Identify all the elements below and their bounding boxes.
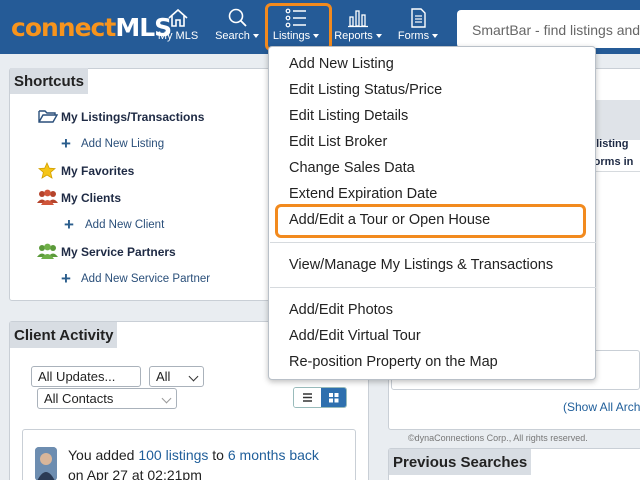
shortcut-add-new-client[interactable]: Add New Client xyxy=(85,219,164,231)
menu-view-manage-listings[interactable]: View/Manage My Listings & Transactions xyxy=(289,257,553,273)
grid-view-icon xyxy=(329,393,339,403)
menu-edit-list-broker[interactable]: Edit List Broker xyxy=(289,134,387,150)
nav-search[interactable]: Search xyxy=(212,0,262,54)
menu-edit-listing-status-price[interactable]: Edit Listing Status/Price xyxy=(289,82,442,98)
menu-add-edit-virtual-tour[interactable]: Add/Edit Virtual Tour xyxy=(289,328,421,344)
shortcut-my-favorites[interactable]: My Favorites xyxy=(61,164,134,178)
menu-change-sales-data[interactable]: Change Sales Data xyxy=(289,160,415,176)
chevron-down-icon xyxy=(252,34,259,38)
menu-edit-listing-details[interactable]: Edit Listing Details xyxy=(289,108,408,124)
menu-add-edit-photos[interactable]: Add/Edit Photos xyxy=(289,302,393,318)
chevron-down-icon xyxy=(375,34,382,38)
copyright-text: ©dynaConnections Corp., All rights reser… xyxy=(408,433,588,443)
previous-searches-title: Previous Searches xyxy=(389,449,532,475)
menu-separator xyxy=(270,287,596,288)
menu-separator xyxy=(270,242,596,243)
activity-count-link[interactable]: 100 listings xyxy=(138,447,208,463)
partners-icon xyxy=(37,243,58,259)
home-icon xyxy=(168,8,188,27)
grid-view-button[interactable] xyxy=(321,388,346,407)
show-all-archived-link[interactable]: (Show All Arch xyxy=(563,400,640,414)
search-icon xyxy=(228,8,247,27)
shortcut-add-new-service-partner[interactable]: Add New Service Partner xyxy=(81,273,210,285)
people-icon xyxy=(37,189,58,205)
shortcut-add-new-listing[interactable]: Add New Listing xyxy=(81,138,164,150)
client-activity-title: Client Activity xyxy=(10,322,118,348)
folder-icon xyxy=(38,110,58,123)
avatar xyxy=(35,447,57,480)
chevron-down-icon xyxy=(161,393,172,404)
document-icon xyxy=(411,8,426,28)
plus-icon: + xyxy=(61,134,71,153)
listings-dropdown-menu: Add New Listing Edit Listing Status/Pric… xyxy=(268,46,596,380)
plus-icon: + xyxy=(61,269,71,288)
activity-text: You added 100 listings to 6 months back … xyxy=(68,447,319,480)
menu-add-new-listing[interactable]: Add New Listing xyxy=(289,56,394,72)
activity-item: You added 100 listings to 6 months back … xyxy=(22,429,356,480)
connectmls-logo[interactable]: connectMLS xyxy=(11,13,172,42)
chevron-down-icon xyxy=(188,371,199,382)
chevron-down-icon xyxy=(432,34,439,38)
star-icon xyxy=(38,162,56,179)
plus-icon: + xyxy=(64,215,74,234)
activity-target-link[interactable]: 6 months back xyxy=(228,447,319,463)
contacts-filter-select[interactable]: All Contacts xyxy=(37,388,177,409)
smartbar-input[interactable]: SmartBar - find listings and xyxy=(457,10,640,48)
listings-highlight-box xyxy=(265,3,332,51)
right-text-forms: forms in xyxy=(590,156,634,168)
view-toggle xyxy=(293,387,347,408)
nav-my-mls[interactable]: My MLS xyxy=(156,0,200,54)
shortcut-my-listings[interactable]: My Listings/Transactions xyxy=(61,110,204,124)
list-view-icon xyxy=(303,393,312,402)
shortcut-my-service-partners[interactable]: My Service Partners xyxy=(61,245,176,259)
bar-chart-icon xyxy=(348,10,368,28)
menu-extend-expiration-date[interactable]: Extend Expiration Date xyxy=(289,186,437,202)
updates-filter-select[interactable]: All Updates... xyxy=(31,366,141,387)
shortcuts-title: Shortcuts xyxy=(10,68,89,94)
menu-highlight-box xyxy=(275,204,586,238)
all-filter-select[interactable]: All xyxy=(149,366,204,387)
shortcut-my-clients[interactable]: My Clients xyxy=(61,191,121,205)
list-view-button[interactable] xyxy=(294,388,321,407)
menu-reposition-property-map[interactable]: Re-position Property on the Map xyxy=(289,354,498,370)
